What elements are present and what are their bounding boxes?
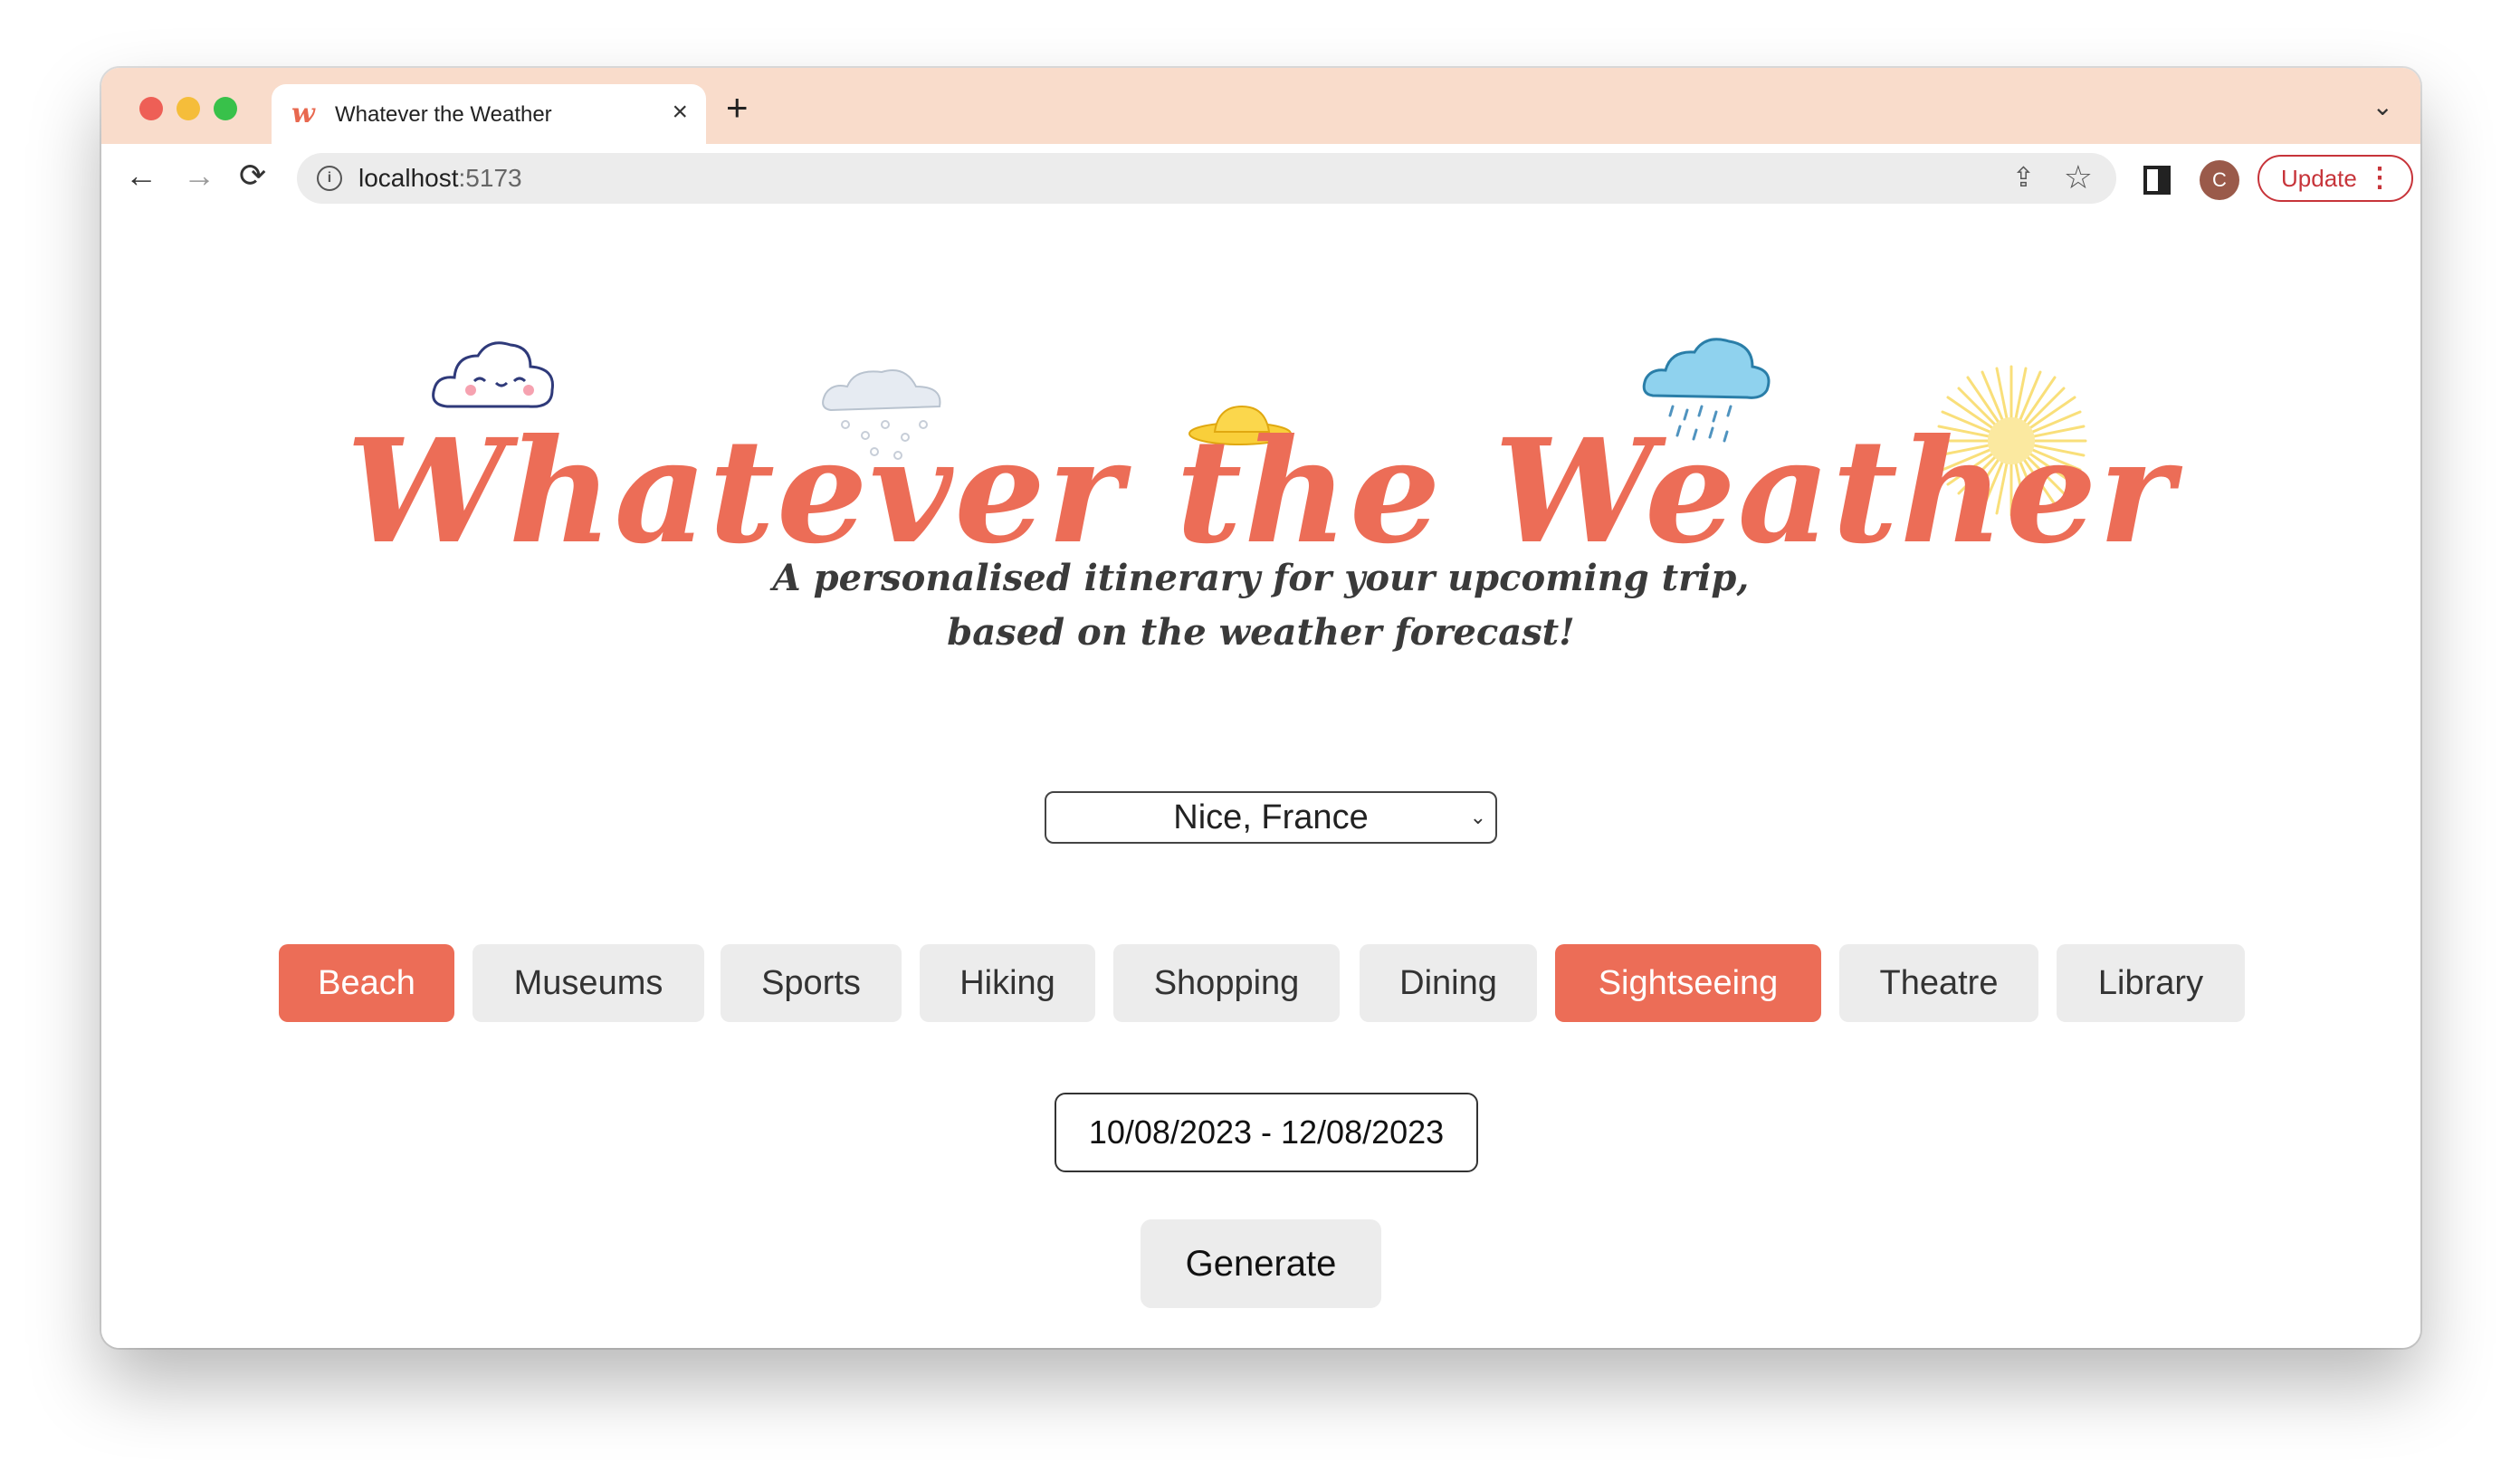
activity-sports-button[interactable]: Sports — [721, 944, 902, 1022]
generate-button[interactable]: Generate — [1141, 1219, 1381, 1308]
close-window-button[interactable] — [139, 97, 163, 120]
browser-toolbar: ← → ⟳ i localhost:5173 ⇪ ☆ C Update ⋮ — [101, 144, 2420, 216]
activity-dining-button[interactable]: Dining — [1360, 944, 1537, 1022]
back-arrow-icon[interactable]: ← — [125, 157, 158, 195]
side-panel-icon[interactable] — [2143, 166, 2171, 195]
reload-icon[interactable]: ⟳ — [239, 157, 266, 195]
favicon-icon: w — [291, 98, 315, 129]
update-label: Update — [2281, 165, 2357, 192]
url-host: localhost — [358, 164, 459, 192]
activity-museums-button[interactable]: Museums — [472, 944, 704, 1022]
minimize-window-button[interactable] — [177, 97, 200, 120]
activity-library-button[interactable]: Library — [2057, 944, 2245, 1022]
menu-dots-icon: ⋮ — [2366, 163, 2393, 193]
browser-tab[interactable]: w Whatever the Weather × — [272, 84, 706, 144]
activity-buttons: Beach Museums Sports Hiking Shopping Din… — [101, 944, 2420, 1024]
activity-hiking-button[interactable]: Hiking — [920, 944, 1095, 1022]
tagline-line-2: based on the weather forecast! — [947, 611, 1575, 654]
maximize-window-button[interactable] — [214, 97, 237, 120]
browser-window: w Whatever the Weather × + ⌄ ← → ⟳ i loc… — [101, 68, 2420, 1348]
page-content: Whatever the Weather A personalised itin… — [101, 215, 2420, 1348]
address-bar[interactable]: i localhost:5173 ⇪ ☆ — [297, 153, 2116, 204]
close-tab-icon[interactable]: × — [672, 97, 688, 128]
site-info-icon[interactable]: i — [317, 166, 342, 191]
profile-avatar[interactable]: C — [2200, 160, 2239, 200]
activity-sightseeing-button[interactable]: Sightseeing — [1555, 944, 1821, 1022]
url-port: :5173 — [458, 164, 522, 192]
city-select-value: Nice, France — [1173, 798, 1369, 836]
activity-theatre-button[interactable]: Theatre — [1839, 944, 2038, 1022]
logo-title: Whatever the Weather — [346, 408, 2176, 576]
tagline-line-1: A personalised itinerary for your upcomi… — [772, 557, 1750, 599]
forward-arrow-icon[interactable]: → — [183, 157, 215, 195]
update-button[interactable]: Update ⋮ — [2258, 155, 2413, 202]
tab-title: Whatever the Weather — [335, 102, 552, 127]
tagline: A personalised itinerary for your upcomi… — [101, 551, 2420, 660]
date-range-input[interactable]: 10/08/2023 - 12/08/2023 — [1055, 1093, 1478, 1172]
share-icon[interactable]: ⇪ — [2012, 162, 2035, 194]
chevron-down-icon: ⌄ — [1469, 806, 1486, 828]
bookmark-star-icon[interactable]: ☆ — [2064, 158, 2093, 196]
tab-search-chevron-icon[interactable]: ⌄ — [2372, 91, 2393, 121]
city-select[interactable]: Nice, France ⌄ — [1045, 791, 1497, 844]
activity-beach-button[interactable]: Beach — [279, 944, 454, 1022]
url-text[interactable]: localhost:5173 — [358, 164, 522, 193]
new-tab-button[interactable]: + — [726, 86, 749, 129]
title-bar: w Whatever the Weather × + ⌄ — [101, 68, 2420, 144]
activity-shopping-button[interactable]: Shopping — [1113, 944, 1340, 1022]
